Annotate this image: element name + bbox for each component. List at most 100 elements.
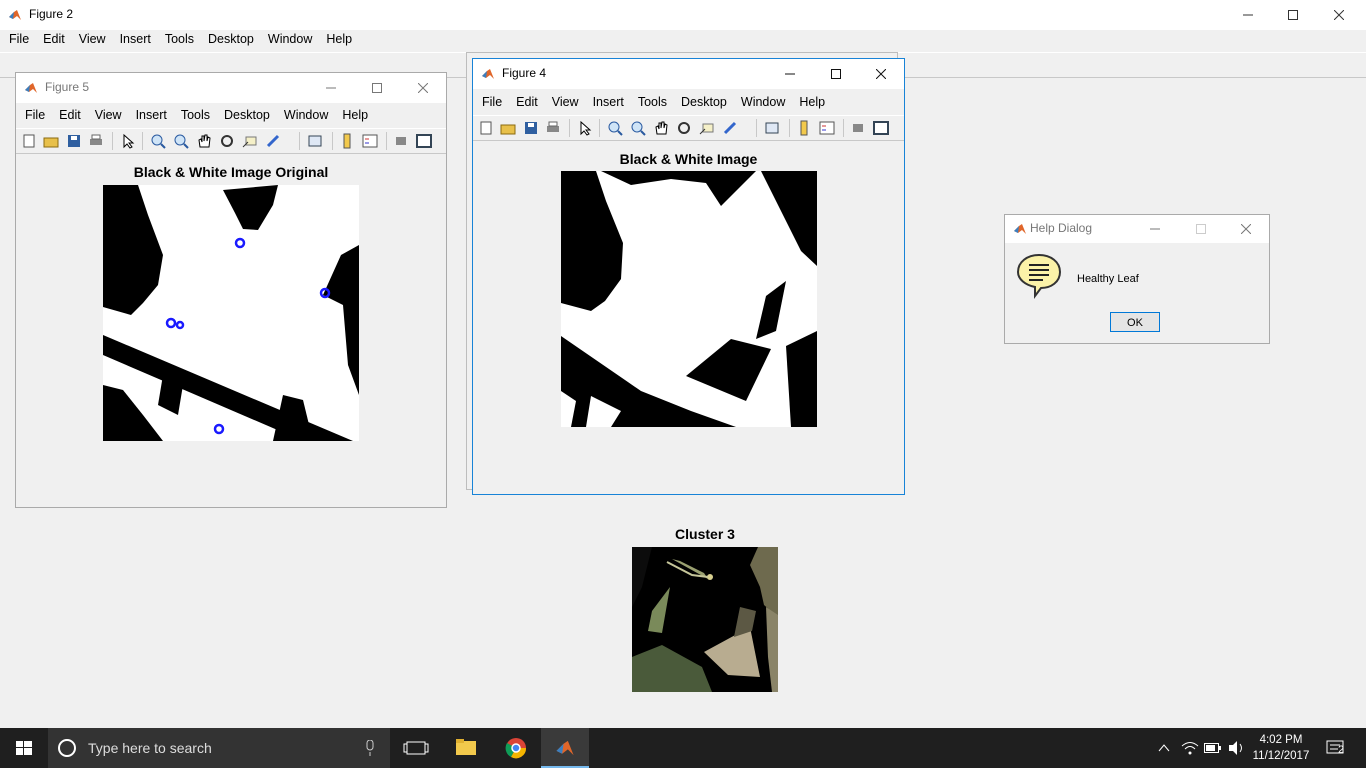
legend-icon[interactable] — [819, 120, 835, 136]
open-file-icon[interactable] — [500, 120, 516, 136]
save-icon[interactable] — [523, 120, 539, 136]
menu-edit[interactable]: Edit — [52, 104, 88, 126]
toolbar-separator — [756, 119, 757, 137]
save-icon[interactable] — [66, 133, 82, 149]
close-button[interactable] — [1223, 215, 1269, 243]
menu-file[interactable]: File — [18, 104, 52, 126]
figure4-axes-title: Black & White Image — [619, 151, 758, 167]
help-dialog-message: Healthy Leaf — [1077, 273, 1139, 285]
taskbar: Type here to search 4:02 PM 11/12/2017 2 — [0, 728, 1366, 768]
colorbar-icon[interactable] — [796, 120, 812, 136]
zoom-in-icon[interactable] — [150, 133, 166, 149]
figure4-window: Figure 4 File Edit View Insert Tools Desktop W… — [472, 58, 905, 495]
link-plot-icon[interactable] — [764, 120, 780, 136]
rotate-icon[interactable] — [219, 133, 235, 149]
minimize-button[interactable] — [1132, 215, 1178, 243]
open-file-icon[interactable] — [43, 133, 59, 149]
file-explorer-icon[interactable] — [442, 728, 490, 768]
link-plot-icon[interactable] — [307, 133, 323, 149]
menu-file[interactable]: File — [475, 91, 509, 113]
wifi-icon[interactable] — [1181, 740, 1199, 756]
action-center-button[interactable]: 2 — [1318, 728, 1366, 768]
chrome-icon[interactable] — [492, 728, 540, 768]
zoom-in-icon[interactable] — [607, 120, 623, 136]
maximize-button[interactable] — [354, 73, 400, 103]
volume-icon[interactable] — [1228, 740, 1246, 756]
toolbar-separator — [386, 132, 387, 150]
menu-insert[interactable]: Insert — [113, 28, 158, 50]
data-cursor-icon[interactable] — [699, 120, 715, 136]
figure5-title: Figure 5 — [45, 80, 90, 94]
menu-help[interactable]: Help — [319, 28, 359, 50]
hide-tools-icon[interactable] — [393, 133, 409, 149]
menu-view[interactable]: View — [88, 104, 129, 126]
search-circle-icon — [58, 739, 76, 757]
matlab-taskbar-button[interactable] — [541, 728, 589, 768]
new-figure-icon[interactable] — [478, 120, 494, 136]
menu-file[interactable]: File — [2, 28, 36, 50]
close-button[interactable] — [400, 73, 446, 103]
dock-icon[interactable] — [416, 133, 432, 149]
pointer-icon[interactable] — [120, 133, 136, 149]
microphone-icon[interactable] — [364, 740, 376, 756]
minimize-button[interactable] — [308, 73, 354, 103]
figure5-titlebar[interactable]: Figure 5 — [16, 73, 446, 103]
menu-window[interactable]: Window — [277, 104, 335, 126]
menu-window[interactable]: Window — [734, 91, 792, 113]
task-view-icon[interactable] — [392, 728, 440, 768]
menu-edit[interactable]: Edit — [36, 28, 72, 50]
hide-tools-icon[interactable] — [850, 120, 866, 136]
pointer-icon[interactable] — [577, 120, 593, 136]
clock-date: 11/12/2017 — [1252, 750, 1310, 762]
menu-insert[interactable]: Insert — [129, 104, 174, 126]
figure4-titlebar[interactable]: Figure 4 — [473, 59, 904, 89]
legend-icon[interactable] — [362, 133, 378, 149]
clock[interactable]: 4:02 PM 11/12/2017 — [1249, 732, 1313, 764]
close-icon — [875, 68, 887, 80]
maximize-button[interactable] — [1178, 215, 1224, 243]
figure5-markers — [165, 237, 331, 435]
close-button[interactable] — [1316, 0, 1362, 30]
minimize-button[interactable] — [1225, 0, 1271, 30]
brush-icon[interactable] — [722, 120, 738, 136]
battery-icon[interactable] — [1204, 742, 1222, 754]
brush-icon[interactable] — [265, 133, 281, 149]
menu-tools[interactable]: Tools — [174, 104, 217, 126]
pan-icon[interactable] — [196, 133, 212, 149]
menu-insert[interactable]: Insert — [586, 91, 631, 113]
dock-icon[interactable] — [873, 120, 889, 136]
pan-icon[interactable] — [653, 120, 669, 136]
menu-tools[interactable]: Tools — [158, 28, 201, 50]
maximize-button[interactable] — [1270, 0, 1316, 30]
zoom-out-icon[interactable] — [173, 133, 189, 149]
ok-button[interactable]: OK — [1110, 312, 1160, 332]
maximize-button[interactable] — [813, 59, 859, 89]
menu-help[interactable]: Help — [335, 104, 375, 126]
menu-view[interactable]: View — [72, 28, 113, 50]
print-icon[interactable] — [545, 120, 561, 136]
marker-point — [213, 423, 225, 435]
new-figure-icon[interactable] — [21, 133, 37, 149]
toolbar-separator — [299, 132, 300, 150]
menu-window[interactable]: Window — [261, 28, 319, 50]
menu-desktop[interactable]: Desktop — [217, 104, 277, 126]
menu-view[interactable]: View — [545, 91, 586, 113]
rotate-icon[interactable] — [676, 120, 692, 136]
menu-tools[interactable]: Tools — [631, 91, 674, 113]
figure2-titlebar[interactable]: Figure 2 — [0, 0, 1366, 30]
search-box[interactable]: Type here to search — [48, 728, 390, 768]
menu-help[interactable]: Help — [792, 91, 832, 113]
menu-desktop[interactable]: Desktop — [201, 28, 261, 50]
help-dialog-titlebar[interactable]: Help Dialog — [1005, 215, 1269, 243]
data-cursor-icon[interactable] — [242, 133, 258, 149]
menu-desktop[interactable]: Desktop — [674, 91, 734, 113]
print-icon[interactable] — [88, 133, 104, 149]
menu-edit[interactable]: Edit — [509, 91, 545, 113]
minimize-button[interactable] — [767, 59, 813, 89]
windows-start-icon[interactable] — [0, 728, 48, 768]
chevron-up-icon[interactable] — [1158, 742, 1170, 754]
maximize-icon — [372, 83, 382, 93]
colorbar-icon[interactable] — [339, 133, 355, 149]
zoom-out-icon[interactable] — [630, 120, 646, 136]
close-button[interactable] — [858, 59, 904, 89]
